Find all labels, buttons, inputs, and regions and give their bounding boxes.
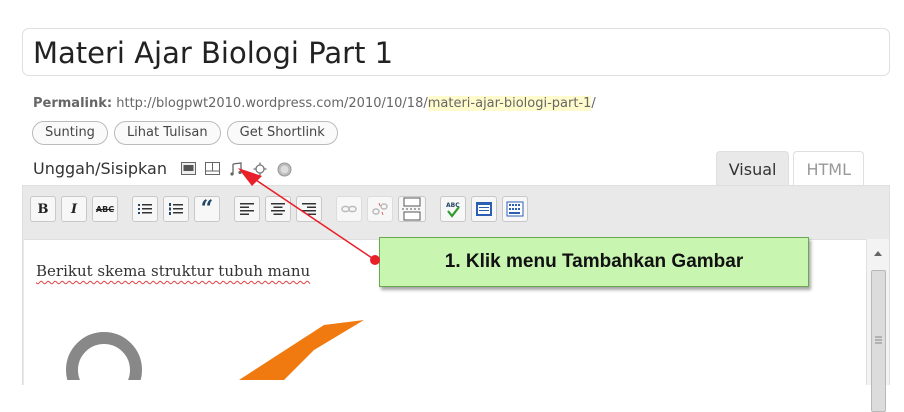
orange-swoosh-shape bbox=[239, 320, 364, 380]
tab-visual[interactable]: Visual bbox=[715, 151, 790, 185]
at-sign-logo bbox=[66, 332, 142, 380]
view-post-button[interactable]: Lihat Tulisan bbox=[113, 121, 221, 145]
blockquote-icon: “ bbox=[200, 196, 214, 222]
align-center-icon bbox=[271, 203, 285, 215]
italic-button[interactable]: I bbox=[61, 196, 87, 222]
spellcheck-icon: ABC bbox=[446, 202, 460, 218]
insert-more-tag-button[interactable] bbox=[398, 196, 426, 222]
align-right-button[interactable] bbox=[296, 196, 322, 222]
permalink-row: Permalink: http://blogpwt2010.wordpress.… bbox=[33, 96, 596, 111]
blockquote-button[interactable]: “ bbox=[194, 196, 220, 222]
add-audio-icon[interactable] bbox=[229, 161, 244, 176]
add-poll-icon[interactable] bbox=[277, 162, 292, 176]
kitchen-sink-icon bbox=[506, 201, 524, 217]
link-icon bbox=[341, 205, 357, 213]
fullscreen-icon bbox=[476, 202, 492, 216]
upload-insert-label: Unggah/Sisipkan bbox=[33, 159, 167, 178]
spellcheck-button[interactable]: ABC bbox=[440, 196, 466, 222]
add-image-icon[interactable] bbox=[180, 161, 196, 176]
tutorial-callout: 1. Klik menu Tambahkan Gambar bbox=[379, 237, 809, 287]
scrollbar-thumb[interactable] bbox=[871, 270, 886, 412]
permalink-buttons: Sunting Lihat Tulisan Get Shortlink bbox=[32, 121, 338, 145]
more-tag-icon bbox=[402, 197, 422, 221]
bold-button[interactable]: B bbox=[30, 196, 56, 222]
post-title-input[interactable]: Materi Ajar Biologi Part 1 bbox=[22, 28, 890, 76]
strikethrough-button[interactable]: ABC bbox=[92, 196, 118, 222]
scroll-up-arrow-icon[interactable] bbox=[867, 247, 889, 261]
permalink-label: Permalink: bbox=[33, 96, 113, 111]
strikethrough-icon: ABC bbox=[95, 204, 115, 214]
numbered-list-icon bbox=[169, 203, 183, 215]
editor-text[interactable]: Berikut skema struktur tubuh manu bbox=[36, 262, 310, 280]
italic-icon: I bbox=[70, 201, 78, 217]
remove-link-button[interactable] bbox=[367, 196, 393, 222]
edit-permalink-button[interactable]: Sunting bbox=[32, 121, 108, 145]
unlink-icon bbox=[372, 202, 388, 216]
bullet-list-icon bbox=[138, 204, 152, 214]
editor-toolbar: B I ABC “ ABC bbox=[30, 194, 533, 224]
add-video-icon[interactable] bbox=[204, 161, 220, 176]
editor-tabs: Visual HTML bbox=[715, 151, 864, 185]
scroll-grip-icon bbox=[875, 336, 882, 344]
numbered-list-button[interactable] bbox=[163, 196, 189, 222]
fullscreen-button[interactable] bbox=[471, 196, 497, 222]
tab-html[interactable]: HTML bbox=[793, 151, 864, 185]
align-right-icon bbox=[302, 203, 316, 215]
permalink-slug[interactable]: materi-ajar-biologi-part-1 bbox=[427, 96, 592, 111]
editor-scrollbar[interactable] bbox=[866, 239, 889, 412]
logo-graphic bbox=[66, 320, 364, 380]
permalink-base: http://blogpwt2010.wordpress.com/2010/10… bbox=[116, 96, 428, 111]
align-left-icon bbox=[240, 203, 254, 215]
bullet-list-button[interactable] bbox=[132, 196, 158, 222]
align-left-button[interactable] bbox=[234, 196, 260, 222]
add-media-icon[interactable] bbox=[253, 162, 268, 176]
kitchen-sink-button[interactable] bbox=[502, 196, 528, 222]
bold-icon: B bbox=[37, 201, 49, 217]
permalink-trail: / bbox=[591, 96, 596, 111]
insert-link-button[interactable] bbox=[336, 196, 362, 222]
upload-insert-row: Unggah/Sisipkan bbox=[33, 159, 292, 178]
align-center-button[interactable] bbox=[265, 196, 291, 222]
get-shortlink-button[interactable]: Get Shortlink bbox=[226, 121, 338, 145]
